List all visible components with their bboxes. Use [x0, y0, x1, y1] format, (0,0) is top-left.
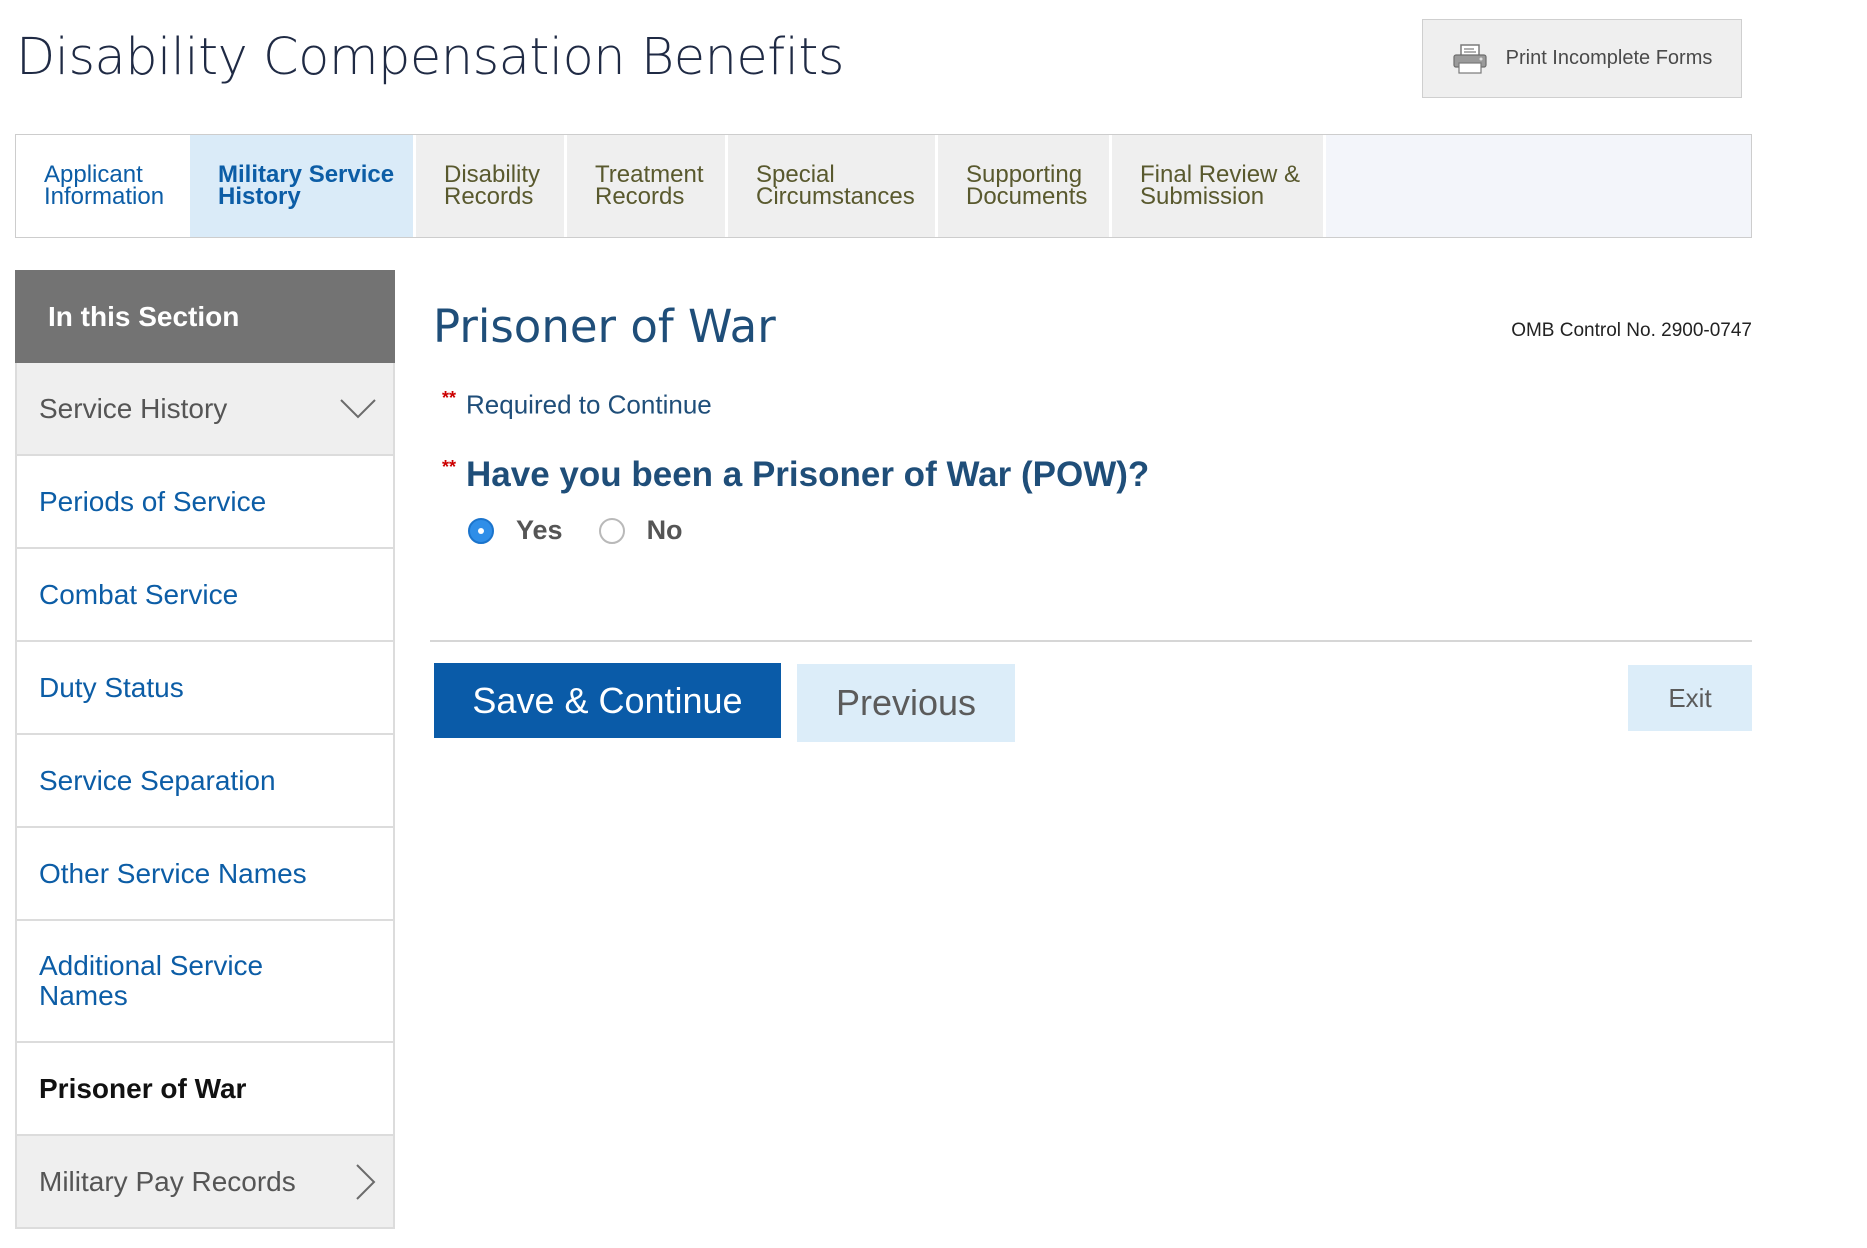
sidebar-item-service-separation[interactable]: Service Separation: [15, 735, 395, 828]
radio-label: Yes: [516, 515, 563, 545]
tab-label: Military Service History: [218, 161, 395, 210]
exit-button[interactable]: Exit: [1628, 665, 1752, 731]
sidebar-item-label: Duty Status: [39, 671, 184, 703]
sidebar-item-prisoner-of-war[interactable]: Prisoner of War: [15, 1043, 395, 1136]
sidebar-item-combat-service[interactable]: Combat Service: [15, 549, 395, 642]
required-note-text: Required to Continue: [466, 389, 712, 420]
section-title: Prisoner of War: [433, 300, 776, 353]
required-marker: **: [442, 388, 457, 408]
tab-supporting-documents[interactable]: Supporting Documents: [938, 135, 1112, 237]
sidebar-heading: In this Section: [15, 270, 395, 376]
chevron-right-icon: [356, 1163, 376, 1200]
section-sidebar: In this Section Service History Periods …: [15, 270, 395, 1229]
sidebar-item-duty-status[interactable]: Duty Status: [15, 642, 395, 735]
sidebar-heading-label: In this Section: [48, 300, 240, 332]
sidebar-item-periods-of-service[interactable]: Periods of Service: [15, 456, 395, 549]
previous-button[interactable]: Previous: [797, 664, 1015, 742]
sidebar-item-other-service-names[interactable]: Other Service Names: [15, 828, 395, 921]
tab-label: Supporting Documents: [966, 161, 1088, 210]
tab-label: Final Review & Submission: [1140, 161, 1301, 210]
sidebar-item-label: Periods of Service: [39, 485, 267, 517]
progress-tabs: Applicant Information Military Service H…: [15, 134, 1752, 238]
tab-label: Disability Records: [444, 161, 541, 210]
print-button-label: Print Incomplete Forms: [1505, 47, 1713, 69]
pow-radio-group: Yes No: [468, 515, 719, 546]
radio-selected-icon[interactable]: [468, 517, 494, 544]
page-title: Disability Compensation Benefits: [16, 28, 845, 87]
omb-control-number: OMB Control No. 2900-0747: [1511, 320, 1752, 341]
sidebar-item-military-pay-records[interactable]: Military Pay Records: [15, 1136, 395, 1229]
sidebar-item-label: Military Pay Records: [39, 1165, 296, 1197]
sidebar-item-label: Prisoner of War: [39, 1072, 247, 1104]
pow-option-no[interactable]: No: [598, 515, 683, 546]
printer-icon: [1453, 43, 1487, 74]
chevron-down-icon: [340, 398, 376, 418]
divider: [430, 640, 1752, 642]
sidebar-item-label: Service Separation: [39, 764, 276, 796]
tab-label: Treatment Records: [595, 161, 704, 210]
tab-final-review-submission[interactable]: Final Review & Submission: [1112, 135, 1326, 237]
tab-label: Applicant Information: [44, 161, 165, 210]
radio-label: No: [646, 515, 683, 545]
pow-question: ** Have you been a Prisoner of War (POW)?: [442, 455, 1149, 495]
sidebar-item-label: Additional Service Names: [39, 950, 264, 1011]
sidebar-item-additional-service-names[interactable]: Additional Service Names: [15, 921, 395, 1043]
required-marker: **: [442, 457, 457, 478]
sidebar-item-label: Other Service Names: [39, 857, 307, 889]
required-note: ** Required to Continue: [442, 388, 712, 421]
radio-unselected-icon[interactable]: [598, 517, 625, 544]
tab-disability-records[interactable]: Disability Records: [416, 135, 567, 237]
tab-treatment-records[interactable]: Treatment Records: [567, 135, 728, 237]
tab-label: Special Circumstances: [756, 161, 915, 210]
tab-applicant-information[interactable]: Applicant Information: [16, 135, 190, 237]
sidebar-item-label: Combat Service: [39, 578, 239, 610]
pow-question-text: Have you been a Prisoner of War (POW)?: [466, 455, 1150, 494]
tab-military-service-history[interactable]: Military Service History: [190, 135, 416, 237]
save-continue-button[interactable]: Save & Continue: [434, 663, 781, 738]
pow-option-yes[interactable]: Yes: [468, 515, 563, 546]
sidebar-item-label: Service History: [39, 392, 228, 424]
sidebar-item-service-history[interactable]: Service History: [15, 363, 395, 456]
tab-special-circumstances[interactable]: Special Circumstances: [728, 135, 938, 237]
print-incomplete-forms-button[interactable]: Print Incomplete Forms: [1422, 19, 1742, 98]
